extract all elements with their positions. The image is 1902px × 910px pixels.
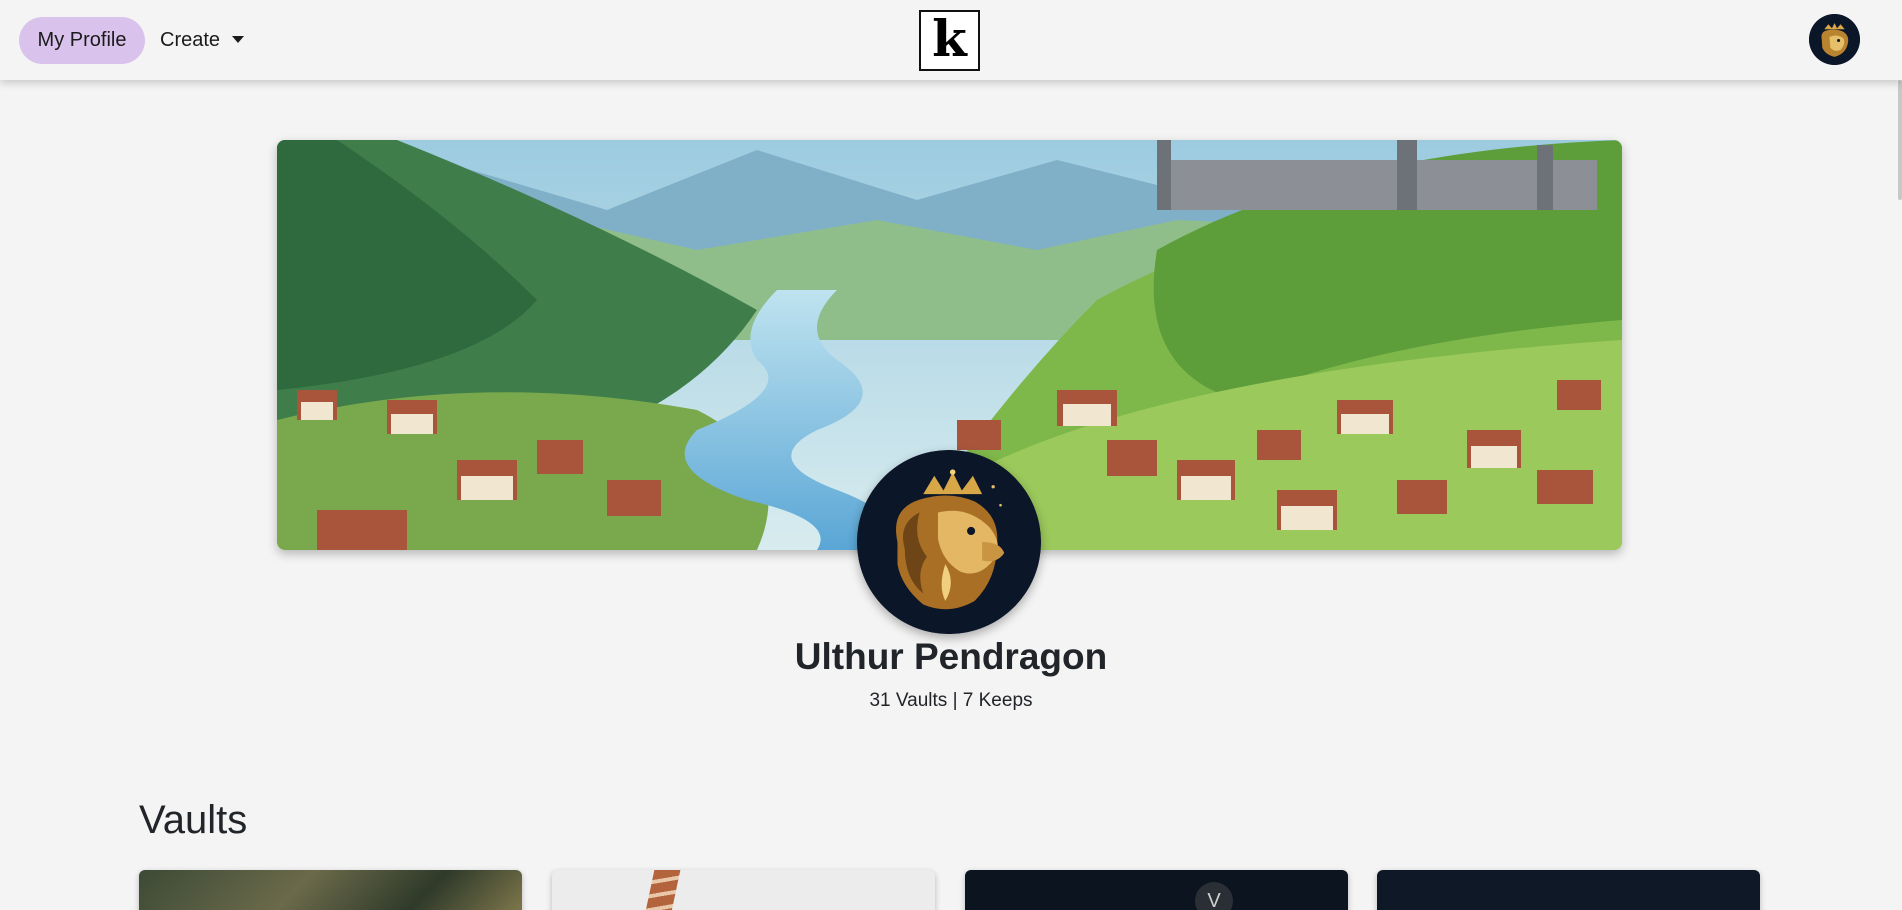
create-label: Create [160, 29, 221, 51]
profile-stats: 31 Vaults | 7 Keeps [869, 690, 1033, 711]
vault-card[interactable] [552, 870, 935, 910]
scrollbar[interactable] [1898, 80, 1902, 200]
vault-card[interactable]: V [965, 870, 1348, 910]
vault-card[interactable] [139, 870, 522, 910]
vault-card[interactable] [1377, 870, 1760, 910]
profile-avatar [857, 450, 1041, 634]
account-avatar-button[interactable] [1809, 14, 1860, 65]
my-profile-button[interactable]: My Profile [19, 17, 145, 64]
lion-icon [857, 450, 1041, 634]
create-dropdown-button[interactable]: Create [160, 17, 245, 64]
caret-down-icon [232, 36, 245, 43]
logo-letter: k [932, 9, 967, 68]
navbar: My Profile Create k [0, 0, 1902, 80]
vaults-heading: Vaults [139, 798, 248, 842]
vault-badge: V [1195, 882, 1233, 910]
lion-icon [1809, 14, 1860, 65]
giraffe-image [641, 870, 681, 910]
profile-name: Ulthur Pendragon [794, 636, 1108, 677]
logo[interactable]: k [919, 10, 980, 71]
